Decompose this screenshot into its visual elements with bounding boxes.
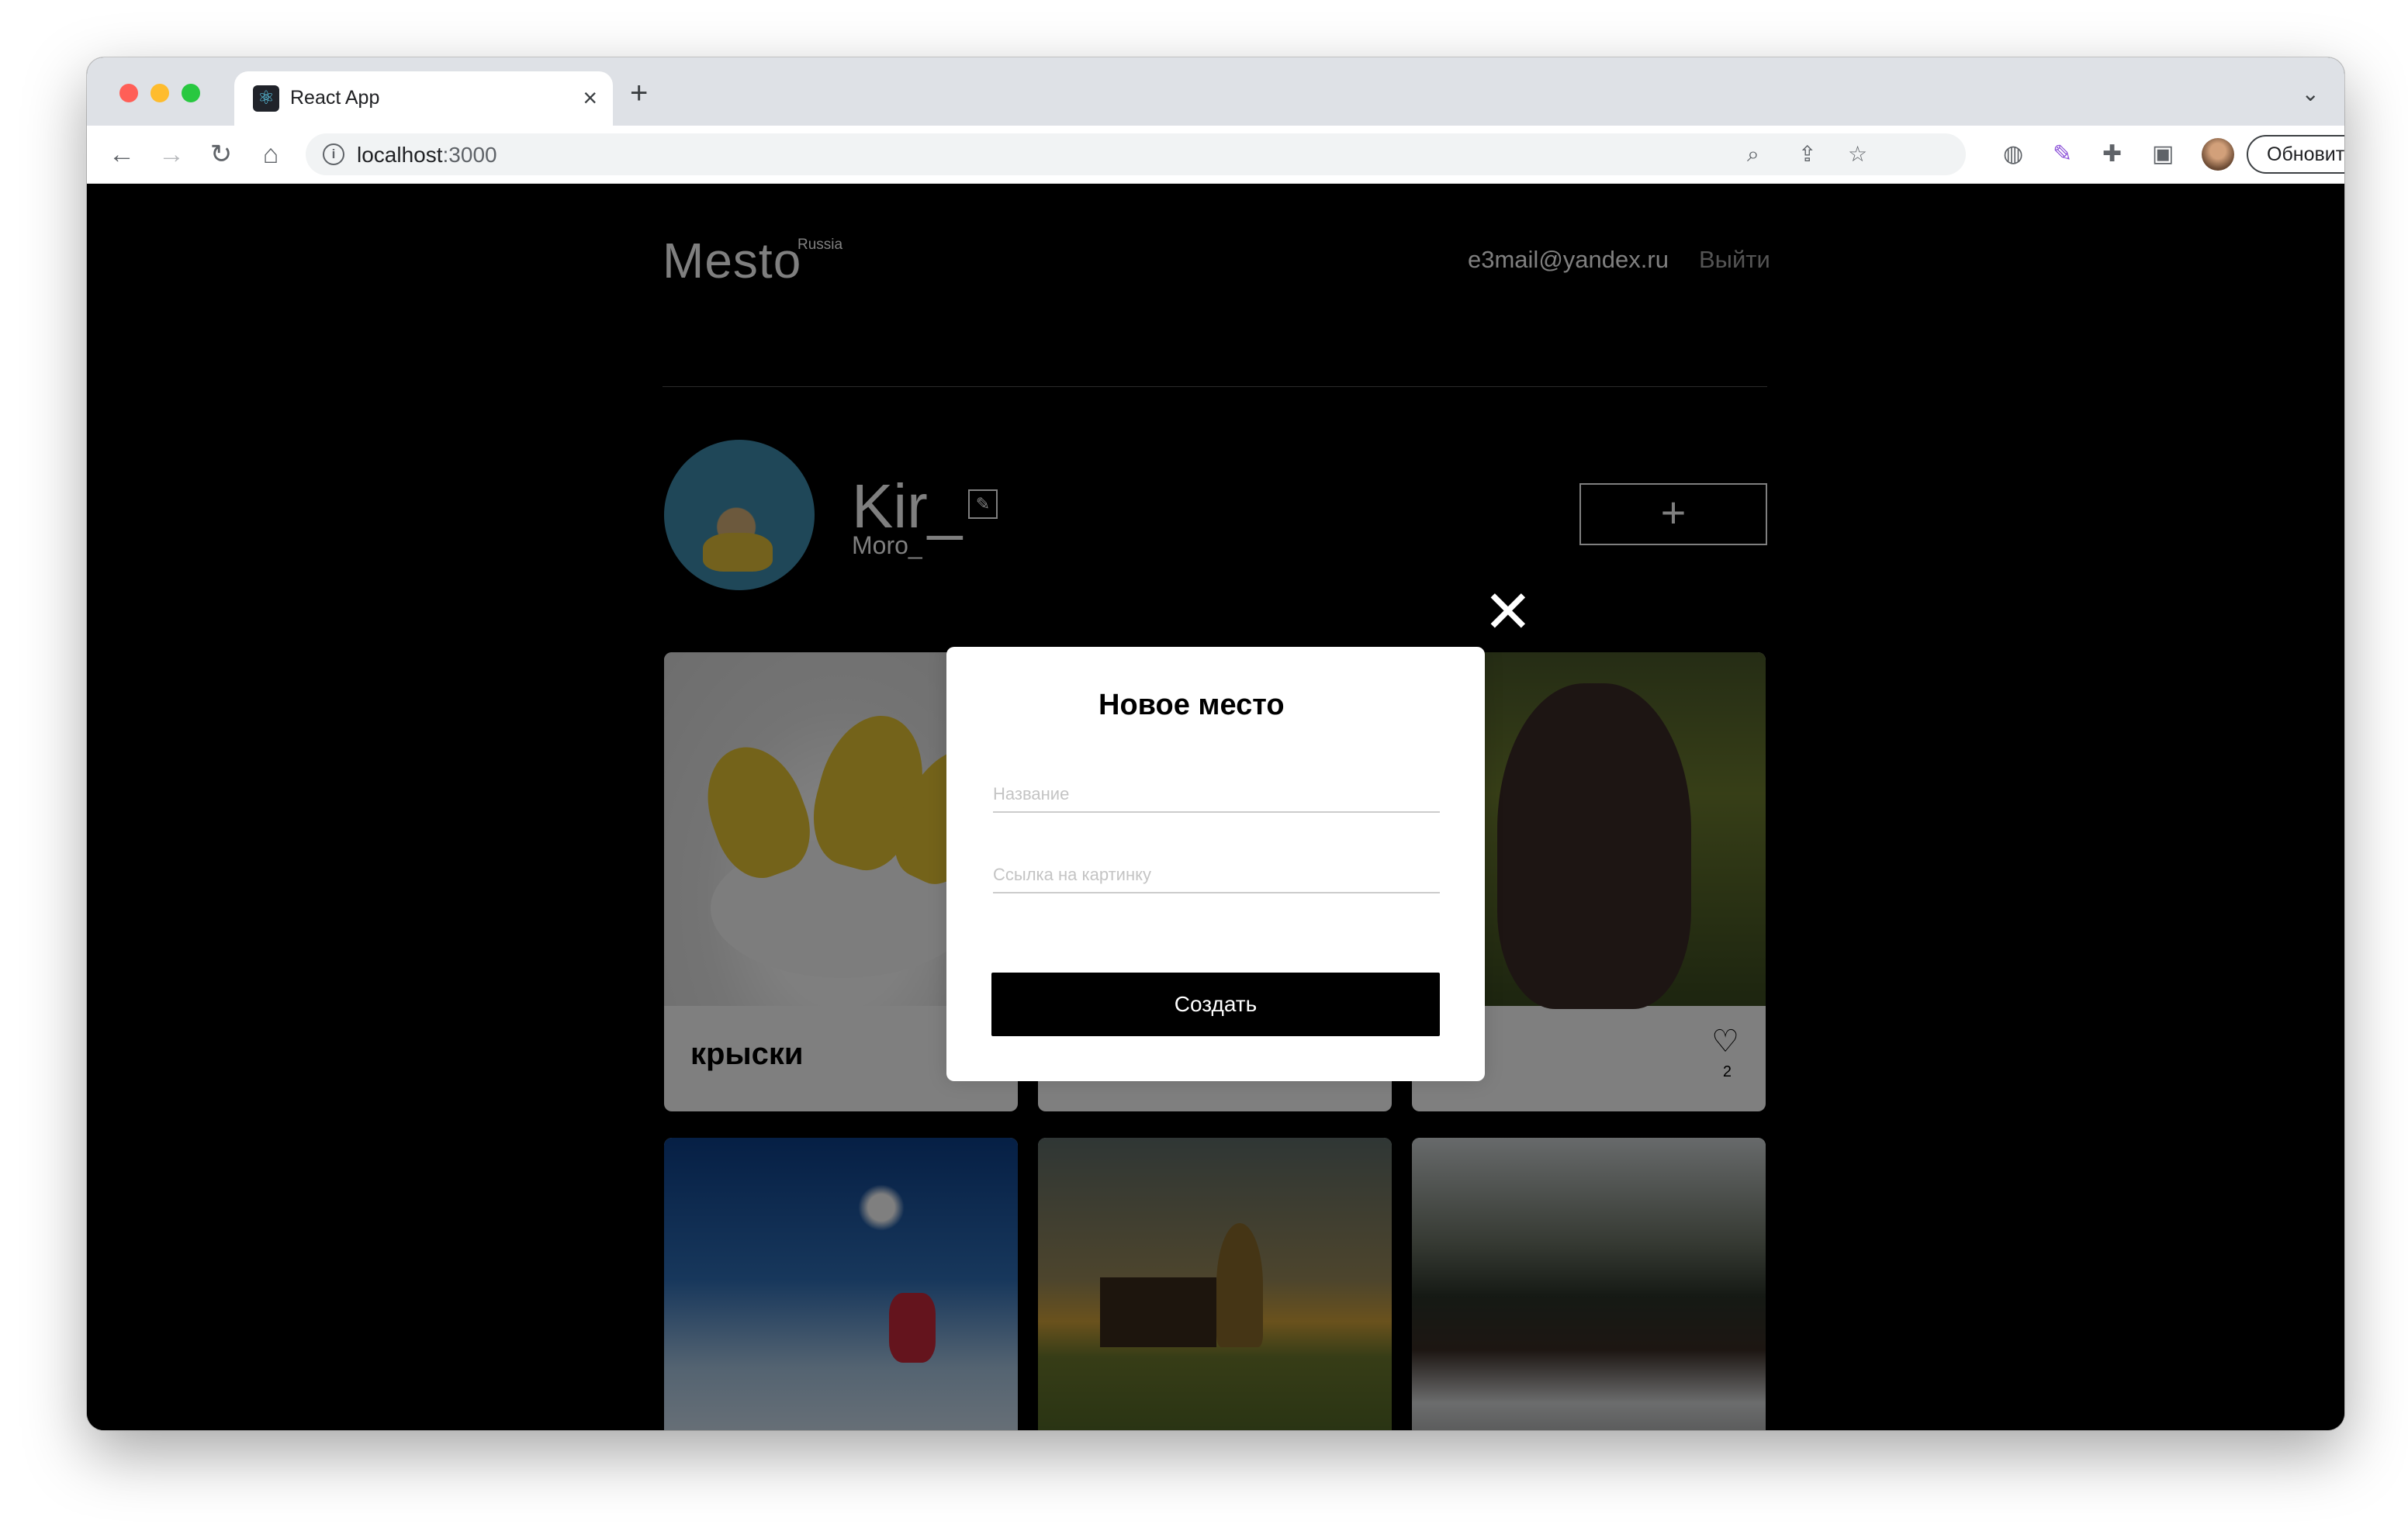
create-button[interactable]: Создать [991,973,1440,1036]
page-content: Mesto Russia e3mail@yandex.ru Выйти Kir_… [87,184,2344,1430]
home-icon[interactable]: ⌂ [251,135,290,174]
image-link-input[interactable] [993,862,1440,893]
pen-extension-icon[interactable]: ✎ [2053,141,2072,168]
zoom-icon[interactable]: ⌕ [1747,141,1759,168]
update-button-label: Обновить [2267,143,2344,165]
popup-title: Новое место [1098,689,1285,721]
close-window-button[interactable] [119,84,138,102]
star-icon[interactable]: ☆ [1848,141,1867,168]
place-name-input[interactable] [993,782,1440,813]
browser-window: ⚛ React App × + ⌄ ← → ↻ ⌂ i localhost:30… [87,57,2344,1430]
tab-search-chevron-icon[interactable]: ⌄ [2302,81,2320,106]
share-icon[interactable]: ⇪ [1798,141,1816,168]
new-tab-button[interactable]: + [630,78,648,109]
back-icon[interactable]: ← [102,135,141,174]
url-host: localhost [357,143,443,167]
minimize-window-button[interactable] [150,84,169,102]
tab-title: React App [290,87,380,109]
info-icon[interactable]: i [323,143,344,165]
forward-icon[interactable]: → [152,135,191,174]
url-text: localhost:3000 [357,143,497,168]
globe-extension-icon[interactable]: ◍ [2003,141,2023,168]
update-button[interactable]: Обновить ⋮ [2247,135,2344,174]
url-port: :3000 [442,143,497,167]
tab-close-icon[interactable]: × [583,82,597,113]
maximize-window-button[interactable] [182,84,200,102]
tab-strip: ⚛ React App × + ⌄ [87,57,2344,126]
popup-close-icon[interactable]: ✕ [1483,583,1533,642]
browser-toolbar: ← → ↻ ⌂ i localhost:3000 ⌕ ⇪ ☆ ◍ ✎ ✚ ▣ О… [87,126,2344,184]
profile-avatar[interactable] [2202,138,2234,171]
reload-icon[interactable]: ↻ [202,135,240,174]
browser-tab[interactable]: ⚛ React App × [234,71,613,126]
react-favicon-icon: ⚛ [253,85,279,112]
new-place-popup: Новое место Создать [946,647,1485,1081]
address-bar[interactable]: i localhost:3000 ⌕ ⇪ ☆ [306,133,1966,175]
puzzle-icon[interactable]: ✚ [2102,141,2122,168]
sidebar-icon[interactable]: ▣ [2152,141,2174,168]
